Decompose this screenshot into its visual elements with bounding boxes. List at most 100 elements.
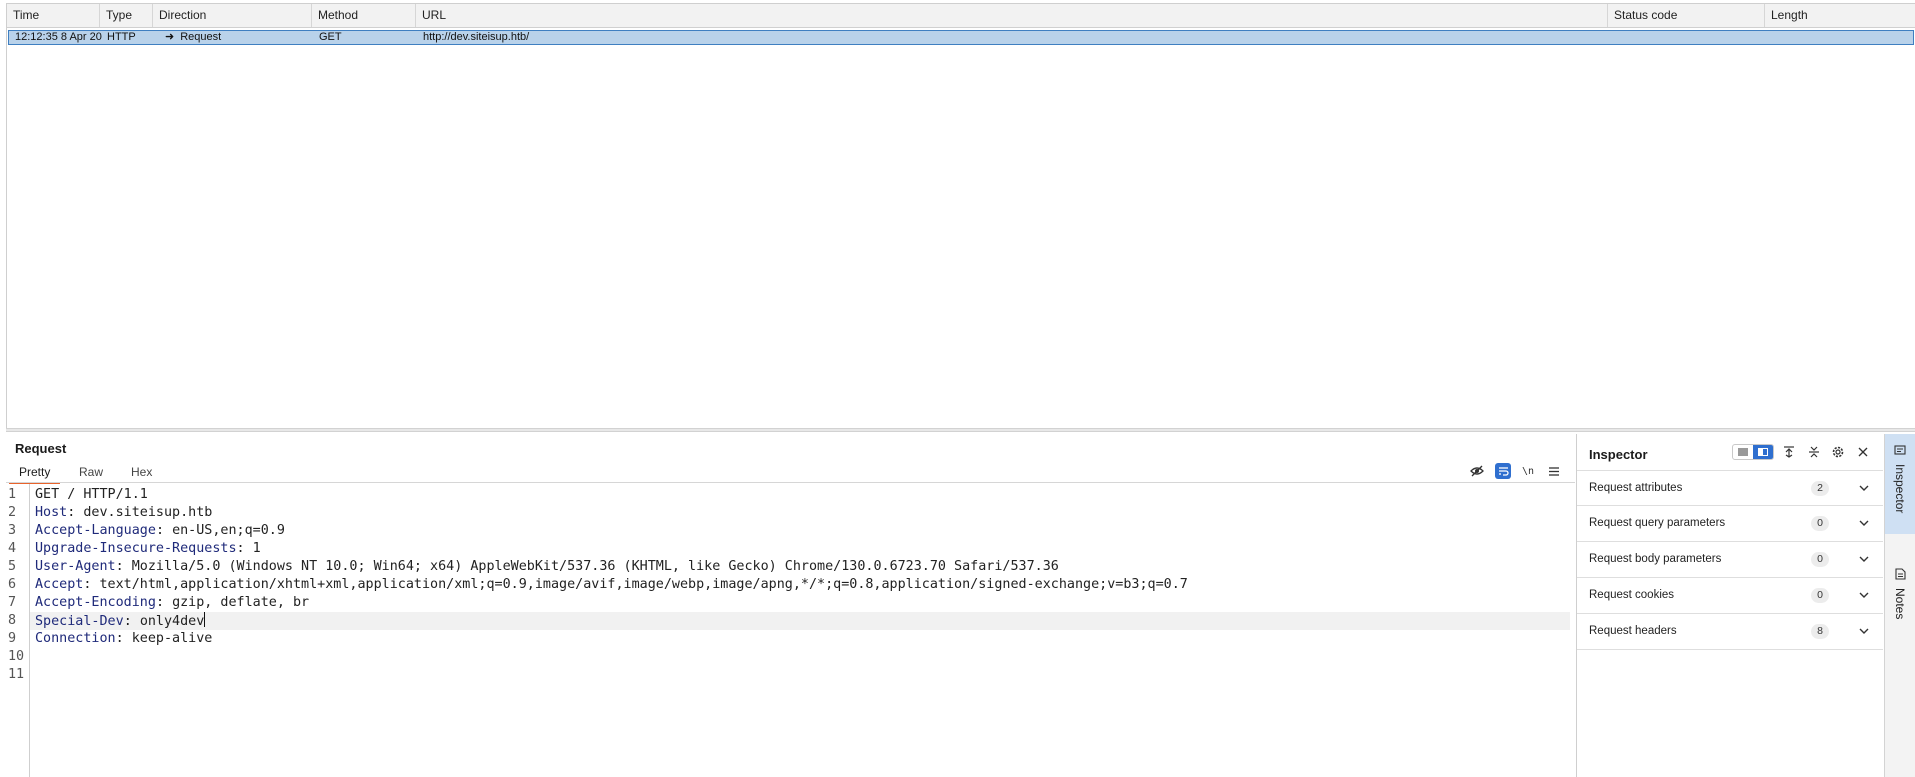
line-number: 7 <box>8 595 17 610</box>
notes-icon <box>1894 568 1906 580</box>
hide-eye-icon[interactable] <box>1469 463 1485 479</box>
header-key: Accept-Language <box>35 523 156 538</box>
header-line: Special-Dev: only4dev <box>35 612 206 629</box>
tab-pretty[interactable]: Pretty <box>9 462 61 484</box>
section-count-badge: 0 <box>1811 588 1829 603</box>
header-line: Upgrade-Insecure-Requests: 1 <box>35 541 261 556</box>
section-label: Request body parameters <box>1589 553 1722 565</box>
line-number: 11 <box>8 667 25 682</box>
show-newlines-icon[interactable]: \n <box>1520 463 1536 479</box>
arrow-right-icon: ➜ <box>165 31 175 43</box>
expand-all-icon[interactable] <box>1806 444 1822 460</box>
section-count-badge: 0 <box>1811 552 1829 567</box>
column-header-direction[interactable]: Direction <box>153 4 312 27</box>
row-direction-label: Request <box>180 31 222 43</box>
wrap-text-icon[interactable] <box>1495 463 1511 479</box>
column-header-length[interactable]: Length <box>1765 4 1915 27</box>
request-line: GET / HTTP/1.1 <box>35 487 148 502</box>
inspector-section-query-parameters[interactable]: Request query parameters 0 <box>1577 506 1883 542</box>
inspector-panel: Inspector Request attributes 2 Request q… <box>1576 434 1884 777</box>
tab-raw[interactable]: Raw <box>69 462 113 482</box>
section-count-badge: 2 <box>1811 481 1829 496</box>
list-layout-icon[interactable] <box>1733 445 1753 459</box>
header-key: Upgrade-Insecure-Requests <box>35 541 237 556</box>
line-number: 6 <box>8 577 17 592</box>
header-value: 1 <box>252 541 261 556</box>
line-number: 8 <box>8 613 17 628</box>
text-caret <box>204 612 206 627</box>
line-number: 10 <box>8 649 25 664</box>
row-direction: ➜ Request <box>155 31 314 44</box>
layout-toggle[interactable] <box>1732 444 1774 460</box>
line-number: 4 <box>8 541 17 556</box>
section-label: Request headers <box>1589 625 1677 637</box>
column-header-url[interactable]: URL <box>416 4 1608 27</box>
table-row[interactable]: 12:12:35 8 Apr 2025 HTTP ➜ Request GET ht… <box>8 30 1914 45</box>
inspector-icon <box>1894 445 1906 455</box>
section-count-badge: 0 <box>1811 516 1829 531</box>
header-value: en-US,en;q=0.9 <box>172 523 285 538</box>
header-value: Mozilla/5.0 (Windows NT 10.0; Win64; x64… <box>131 559 1059 574</box>
line-number: 2 <box>8 505 17 520</box>
inspector-section-headers[interactable]: Request headers 8 <box>1577 614 1883 650</box>
history-table: Time Type Direction Method URL Status co… <box>6 3 1915 428</box>
request-editor[interactable]: 1 2 3 4 5 6 7 8 9 10 11 GET / HTTP/1.1 H… <box>6 484 1575 777</box>
close-icon[interactable] <box>1855 444 1871 460</box>
header-value: dev.siteisup.htb <box>83 505 213 520</box>
section-count-badge: 8 <box>1811 624 1829 639</box>
header-line: User-Agent: Mozilla/5.0 (Windows NT 10.0… <box>35 559 1059 574</box>
rail-tab-inspector[interactable]: Inspector <box>1885 434 1915 534</box>
section-label: Request cookies <box>1589 589 1675 601</box>
row-type: HTTP <box>107 31 136 43</box>
header-value: gzip, deflate, br <box>172 595 310 610</box>
chevron-down-icon[interactable] <box>1857 588 1871 602</box>
chevron-down-icon[interactable] <box>1857 481 1871 495</box>
header-key: Accept <box>35 577 84 592</box>
line-number: 9 <box>8 631 17 646</box>
line-number: 1 <box>8 487 17 502</box>
row-url: http://dev.siteisup.htb/ <box>423 31 530 43</box>
tabs-divider <box>6 482 1575 483</box>
request-title: Request <box>15 441 67 456</box>
header-value: text/html,application/xhtml+xml,applicat… <box>99 577 1188 592</box>
inspector-title: Inspector <box>1589 447 1648 462</box>
section-label: Request query parameters <box>1589 517 1726 529</box>
line-number: 3 <box>8 523 17 538</box>
row-length <box>1766 31 1914 44</box>
header-key: Accept-Encoding <box>35 595 156 610</box>
column-header-status-code[interactable]: Status code <box>1608 4 1765 27</box>
header-key: Connection <box>35 631 116 646</box>
inspector-section-cookies[interactable]: Request cookies 0 <box>1577 578 1883 614</box>
line-number: 5 <box>8 559 17 574</box>
inspector-section-body-parameters[interactable]: Request body parameters 0 <box>1577 542 1883 578</box>
collapse-all-icon[interactable] <box>1781 444 1797 460</box>
inspector-section-request-attributes[interactable]: Request attributes 2 <box>1577 470 1883 506</box>
header-line: Host: dev.siteisup.htb <box>35 505 213 520</box>
rail-tab-notes[interactable]: Notes <box>1885 568 1915 648</box>
section-label: Request attributes <box>1589 482 1683 494</box>
chevron-down-icon[interactable] <box>1857 624 1871 638</box>
chevron-down-icon[interactable] <box>1857 516 1871 530</box>
header-value: keep-alive <box>131 631 213 646</box>
split-layout-icon[interactable] <box>1753 445 1773 459</box>
gear-icon[interactable] <box>1830 444 1846 460</box>
column-header-type[interactable]: Type <box>100 4 153 27</box>
tab-hex[interactable]: Hex <box>121 462 162 482</box>
column-header-method[interactable]: Method <box>312 4 416 27</box>
header-value: only4dev <box>139 614 205 629</box>
pane-splitter[interactable] <box>6 428 1915 432</box>
line-number-gutter: 1 2 3 4 5 6 7 8 9 10 11 <box>6 484 30 777</box>
rail-tab-label: Inspector <box>1893 464 1907 514</box>
row-time: 12:12:35 8 Apr 2025 <box>15 31 102 43</box>
header-line: Accept-Language: en-US,en;q=0.9 <box>35 523 285 538</box>
menu-icon[interactable] <box>1546 463 1562 479</box>
row-method: GET <box>319 31 342 43</box>
chevron-down-icon[interactable] <box>1857 552 1871 566</box>
header-line: Connection: keep-alive <box>35 631 213 646</box>
history-table-header: Time Type Direction Method URL Status co… <box>7 4 1915 28</box>
header-key: User-Agent <box>35 559 116 574</box>
column-header-time[interactable]: Time <box>7 4 100 27</box>
header-key: Host <box>35 505 68 520</box>
request-pane: Request Pretty Raw Hex \n 1 2 3 4 5 6 7 … <box>6 434 1575 777</box>
rail-tab-label: Notes <box>1893 588 1907 620</box>
